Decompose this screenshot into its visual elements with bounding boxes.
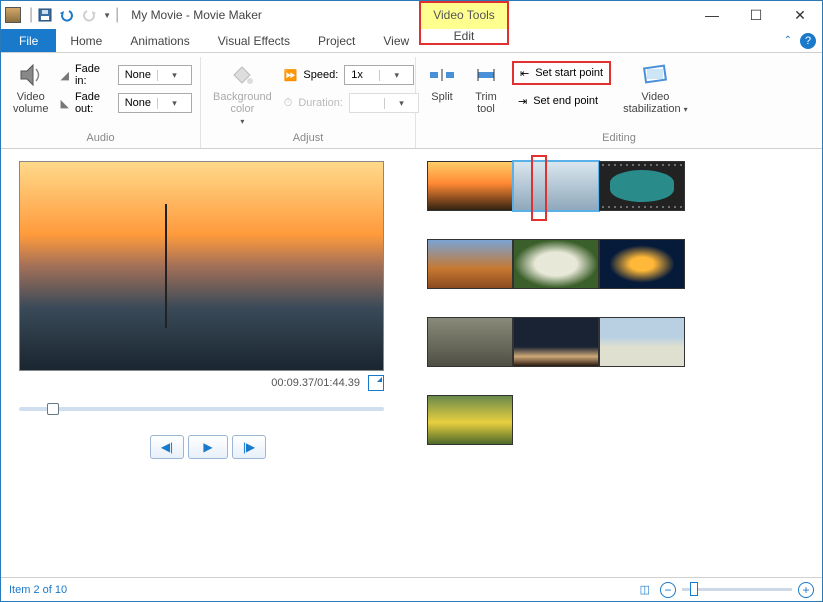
video-preview[interactable] <box>19 161 384 371</box>
speed-label: Speed: <box>303 69 338 81</box>
fade-out-combo[interactable]: None▾ <box>118 93 192 113</box>
next-frame-button[interactable]: |▶ <box>232 435 266 459</box>
group-label-editing: Editing <box>424 132 814 148</box>
timeline-row-2 <box>427 239 810 289</box>
window-title: My Movie - Movie Maker <box>131 8 262 22</box>
qat-dropdown[interactable]: ▼ <box>103 11 111 20</box>
zoom-in-button[interactable]: + <box>798 582 814 598</box>
seek-bar[interactable] <box>19 401 384 417</box>
paint-bucket-icon <box>228 61 256 89</box>
end-point-icon: ⇥ <box>518 95 527 108</box>
clip[interactable] <box>599 317 685 367</box>
context-tab-video-tools[interactable]: Video Tools <box>419 1 509 29</box>
save-icon[interactable] <box>37 7 53 23</box>
zoom-thumb[interactable] <box>690 582 698 596</box>
main-area: 00:09.37/01:44.39 ◀| ▶ |▶ <box>1 149 822 577</box>
tab-animations[interactable]: Animations <box>116 29 203 52</box>
group-label-adjust: Adjust <box>209 132 407 148</box>
split-button[interactable]: Split <box>424 59 460 105</box>
maximize-button[interactable]: ☐ <box>734 1 778 29</box>
minimize-button[interactable]: — <box>690 1 734 29</box>
tab-home[interactable]: Home <box>56 29 116 52</box>
fade-in-icon: ◢ <box>60 69 68 82</box>
ribbon-tabs: File Home Animations Visual Effects Proj… <box>1 29 822 53</box>
fade-in-combo[interactable]: None▾ <box>118 65 192 85</box>
prev-frame-button[interactable]: ◀| <box>150 435 184 459</box>
background-color-button: Background color▾ <box>209 59 276 128</box>
speaker-icon <box>17 61 45 89</box>
duration-combo: ▾ <box>349 93 419 113</box>
close-button[interactable]: ✕ <box>778 1 822 29</box>
set-start-point-button[interactable]: ⇤ Set start point <box>512 61 611 85</box>
clip[interactable] <box>427 239 513 289</box>
help-icon[interactable]: ? <box>800 33 816 49</box>
trim-tool-button[interactable]: Trim tool <box>468 59 504 117</box>
speed-icon: ⏩ <box>284 69 298 82</box>
clip[interactable] <box>427 395 513 445</box>
clip[interactable] <box>513 317 599 367</box>
timeline-pane[interactable] <box>415 149 822 577</box>
tab-visual-effects[interactable]: Visual Effects <box>204 29 304 52</box>
clip-title[interactable] <box>599 161 685 211</box>
zoom-out-button[interactable]: − <box>660 582 676 598</box>
ribbon-group-editing: Split Trim tool ⇤ Set start point ⇥ Set … <box>416 57 822 148</box>
split-icon <box>428 61 456 89</box>
ribbon: Video volume ◢ Fade in: None▾ ◣ Fade out… <box>1 53 822 149</box>
titlebar: | ▼ | My Movie - Movie Maker Video Tools… <box>1 1 822 29</box>
speed-combo[interactable]: 1x▾ <box>344 65 414 85</box>
separator: | <box>115 6 119 24</box>
timeline-row-1 <box>427 161 810 211</box>
clip-selected[interactable] <box>513 161 599 211</box>
video-volume-label: Video volume <box>13 91 48 115</box>
tab-file[interactable]: File <box>1 29 56 52</box>
trim-icon <box>472 61 500 89</box>
redo-icon[interactable] <box>81 7 97 23</box>
seek-thumb[interactable] <box>47 403 59 415</box>
app-icon <box>5 7 21 23</box>
view-toggle-icon[interactable]: ◫ <box>640 583 650 596</box>
undo-icon[interactable] <box>59 7 75 23</box>
set-end-point-button[interactable]: ⇥ Set end point <box>512 89 611 113</box>
status-text: Item 2 of 10 <box>9 584 67 596</box>
clip[interactable] <box>427 161 513 211</box>
ribbon-group-adjust: Background color▾ ⏩ Speed: 1x▾ ⏱ Duratio… <box>201 57 416 148</box>
preview-pane: 00:09.37/01:44.39 ◀| ▶ |▶ <box>1 149 415 577</box>
collapse-ribbon-icon[interactable]: ⌃ <box>784 35 792 46</box>
fullscreen-icon[interactable] <box>368 375 384 391</box>
quick-access-toolbar: ▼ <box>37 7 111 23</box>
playback-time: 00:09.37/01:44.39 <box>271 377 360 389</box>
duration-label: Duration: <box>298 97 343 109</box>
clip[interactable] <box>513 239 599 289</box>
separator: | <box>29 6 33 24</box>
stabilization-icon <box>641 61 669 89</box>
timeline-row-3 <box>427 317 810 367</box>
clip[interactable] <box>599 239 685 289</box>
group-label-audio: Audio <box>9 132 192 148</box>
start-point-icon: ⇤ <box>520 67 529 80</box>
fade-out-icon: ◣ <box>60 97 68 110</box>
zoom-control: − + <box>660 582 814 598</box>
video-volume-button[interactable]: Video volume <box>9 59 52 117</box>
fade-in-label: Fade in: <box>75 63 112 87</box>
video-stabilization-button[interactable]: Video stabilization ▾ <box>619 59 692 117</box>
play-button[interactable]: ▶ <box>188 435 228 459</box>
ribbon-group-audio: Video volume ◢ Fade in: None▾ ◣ Fade out… <box>1 57 201 148</box>
zoom-slider[interactable] <box>682 588 792 591</box>
clip[interactable] <box>427 317 513 367</box>
duration-icon: ⏱ <box>284 97 293 110</box>
tab-edit[interactable]: Edit <box>419 29 509 45</box>
fade-out-label: Fade out: <box>75 91 112 115</box>
tab-project[interactable]: Project <box>304 29 369 52</box>
status-bar: Item 2 of 10 ◫ − + <box>1 577 822 601</box>
tab-view[interactable]: View <box>369 29 423 52</box>
timeline-row-4 <box>427 395 810 445</box>
